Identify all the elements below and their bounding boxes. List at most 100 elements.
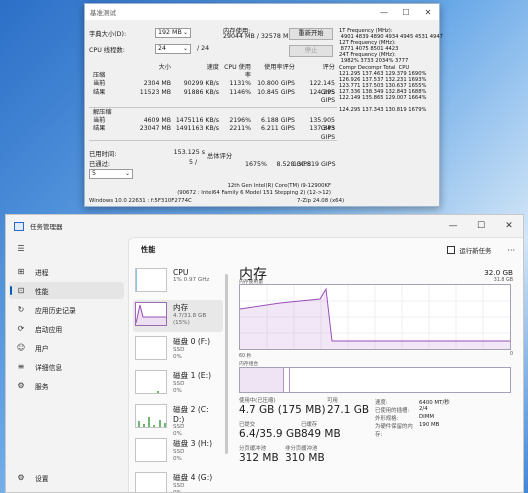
sidebar-item-label: 详细信息 bbox=[35, 363, 63, 372]
sidebar-item-performance[interactable]: ⊡ 性能 bbox=[9, 282, 124, 299]
row-size: 23047 MB bbox=[139, 125, 171, 133]
tm-title: 任务管理器 bbox=[30, 223, 63, 231]
stat-label: 分页缓冲池 bbox=[239, 446, 266, 452]
maximize-icon[interactable]: ☐ bbox=[395, 8, 417, 17]
chevron-down-icon: ⌄ bbox=[182, 45, 188, 52]
resource-disk-4[interactable]: 磁盘 4 (G:) SSD 0% bbox=[133, 470, 223, 492]
disk-thumbnail bbox=[135, 472, 167, 492]
stat-label: 为硬件保留的内存: bbox=[375, 424, 413, 438]
passes-select[interactable]: 5 ⌄ bbox=[89, 169, 133, 179]
stat-label: 已缓存 bbox=[301, 422, 318, 428]
minimize-icon[interactable]: — bbox=[439, 221, 467, 231]
sidebar-item-app-history[interactable]: ↻ 应用历史记录 bbox=[9, 301, 124, 318]
sidebar-item-startup[interactable]: ⟳ 启动应用 bbox=[9, 320, 124, 337]
history-icon: ↻ bbox=[17, 305, 25, 314]
resource-disk-1[interactable]: 磁盘 1 (E:) SSD 0% bbox=[133, 368, 223, 400]
resource-disk-2[interactable]: 磁盘 2 (C: D:) SSD 0% bbox=[133, 402, 223, 437]
resource-list-scrollbar[interactable] bbox=[225, 274, 228, 454]
page-header: 性能 运行新任务 ··· bbox=[129, 238, 523, 262]
divider bbox=[89, 107, 337, 108]
col-rating-usage: 使用率评分 bbox=[264, 64, 295, 71]
resource-sub: 0% bbox=[173, 387, 182, 394]
task-manager-window: 任务管理器 — ☐ ✕ ☰ ⊞ 进程 ⊡ 性能 ↻ 应用历史记录 ⟳ 启动应用 … bbox=[5, 214, 524, 493]
resource-name: 内存 bbox=[173, 303, 189, 312]
details-icon: ≡ bbox=[17, 362, 25, 371]
elapsed-label: 已用时间: bbox=[89, 151, 117, 158]
resource-sub: 4.7/31.8 GB (15%) bbox=[173, 313, 207, 326]
threads-select[interactable]: 24 ⌄ bbox=[155, 44, 191, 54]
table-row: 结果 23047 MB 1491163 KB/s 2211% 6.211 GIP… bbox=[89, 125, 337, 140]
more-options-button[interactable]: ··· bbox=[507, 246, 515, 255]
sidebar-item-details[interactable]: ≡ 详细信息 bbox=[9, 358, 124, 375]
col-rating: 评分 bbox=[322, 64, 335, 71]
stat-hw-reserved: 为硬件保留的内存: 190 MB bbox=[375, 422, 439, 438]
stat-value: DIMM bbox=[419, 414, 435, 420]
resource-name: 磁盘 0 (F:) bbox=[173, 337, 211, 346]
composition-label: 内存组合 bbox=[239, 362, 259, 367]
cpu-info: (90672 : Intel64 Family 6 Model 151 Step… bbox=[177, 190, 331, 196]
stat-form-factor: 外形规格: DIMM bbox=[375, 414, 434, 422]
sidebar-item-settings[interactable]: ⚙ 设置 bbox=[9, 469, 124, 486]
stat-value: 6400 MT/秒 bbox=[419, 400, 450, 406]
close-icon[interactable]: ✕ bbox=[495, 221, 523, 231]
memory-thumbnail bbox=[135, 302, 167, 326]
sidebar-item-label: 性能 bbox=[35, 287, 49, 296]
sidebar-menu-button[interactable]: ☰ bbox=[9, 240, 124, 257]
composition-modified bbox=[284, 368, 290, 392]
stat-label: 已提交 bbox=[239, 422, 256, 428]
row-speed: 1475116 KB/s bbox=[175, 117, 219, 125]
sidebar-item-label: 应用历史记录 bbox=[35, 306, 76, 315]
row-rating-usage: 6.211 GIPS bbox=[261, 125, 295, 133]
performance-icon: ⊡ bbox=[17, 286, 25, 295]
resource-disk-3[interactable]: 磁盘 3 (H:) SSD 0% bbox=[133, 436, 223, 468]
passes-select-value: 5 bbox=[92, 170, 97, 177]
maximize-icon[interactable]: ☐ bbox=[467, 221, 495, 231]
restart-button[interactable]: 重新开始 bbox=[289, 28, 333, 40]
bench-table-decompress: 解压缩 当前 4609 MB 1475116 KB/s 2196% 6.188 … bbox=[89, 109, 337, 141]
stat-paged-pool: 分页缓冲池 312 MB bbox=[239, 444, 279, 464]
resource-list: CPU 1% 0.97 GHz 内存 4.7/31.8 GB (15%) 磁盘 … bbox=[131, 264, 225, 492]
row-size: 4609 MB bbox=[143, 117, 171, 125]
memory-detail: 内存 32.0 GB 内存使用量 31.8 GB 60 秒 0 内存组合 使用中… bbox=[239, 264, 515, 492]
sidebar-item-label: 用户 bbox=[35, 344, 49, 353]
row-size: 11523 MB bbox=[139, 88, 171, 96]
memory-total: 32.0 GB bbox=[484, 268, 513, 277]
chevron-down-icon: ⌄ bbox=[182, 29, 188, 36]
resource-disk-0[interactable]: 磁盘 0 (F:) SSD 0% bbox=[133, 334, 223, 366]
minimize-icon[interactable]: — bbox=[373, 8, 395, 17]
bench-header-row: 大小 速度 CPU 使用率 使用率评分 评分 bbox=[89, 64, 337, 79]
resource-memory[interactable]: 内存 4.7/31.8 GB (15%) bbox=[133, 300, 223, 332]
stat-label: 已使用的插槽: bbox=[375, 408, 410, 414]
row-rating-usage: 10.845 GIPS bbox=[257, 88, 295, 96]
threads-total: / 24 bbox=[197, 45, 210, 52]
run-task-button[interactable]: 运行新任务 bbox=[459, 246, 491, 255]
sidebar-item-label: 服务 bbox=[35, 382, 49, 391]
disk-thumbnail bbox=[135, 438, 167, 462]
row-rating-usage: 6.188 GIPS bbox=[261, 117, 295, 125]
row-speed: 1491163 KB/s bbox=[175, 125, 219, 133]
row-cpu: 2196% bbox=[229, 117, 251, 125]
tm-titlebar: 任务管理器 — ☐ ✕ bbox=[6, 215, 523, 237]
table-row: 结果 11523 MB 91886 KB/s 1146% 10.845 GIPS… bbox=[89, 88, 337, 104]
divider bbox=[89, 140, 337, 141]
stop-button[interactable]: 停止 bbox=[289, 45, 333, 57]
sidebar-item-label: 进程 bbox=[35, 268, 49, 277]
sidebar-item-services[interactable]: ⚙ 服务 bbox=[9, 377, 124, 394]
close-icon[interactable]: ✕ bbox=[417, 8, 439, 17]
resource-cpu[interactable]: CPU 1% 0.97 GHz bbox=[133, 266, 223, 298]
mem-usage-value: 29044 MB / 32578 MB bbox=[223, 33, 293, 40]
stat-value: 310 MB bbox=[285, 452, 325, 464]
elapsed-value: 153.125 s bbox=[173, 149, 205, 156]
stat-nonpaged-pool: 非分页缓冲池 310 MB bbox=[285, 444, 325, 464]
sidebar-item-users[interactable]: ☺ 用户 bbox=[9, 339, 124, 356]
stat-value: 27.1 GB bbox=[327, 404, 370, 416]
stat-speed: 速度: 6400 MT/秒 bbox=[375, 398, 450, 406]
dict-select[interactable]: 192 MB ⌄ bbox=[155, 28, 191, 38]
stat-value: 6.4/35.9 GB bbox=[239, 428, 302, 440]
sidebar-item-processes[interactable]: ⊞ 进程 bbox=[9, 263, 124, 280]
processes-icon: ⊞ bbox=[17, 267, 25, 276]
stat-committed: 已提交 6.4/35.9 GB bbox=[239, 420, 301, 440]
sidebar-item-label: 启动应用 bbox=[35, 325, 63, 334]
stat-slots: 已使用的插槽: 2/4 bbox=[375, 406, 428, 414]
memory-title: 内存 bbox=[239, 267, 267, 283]
